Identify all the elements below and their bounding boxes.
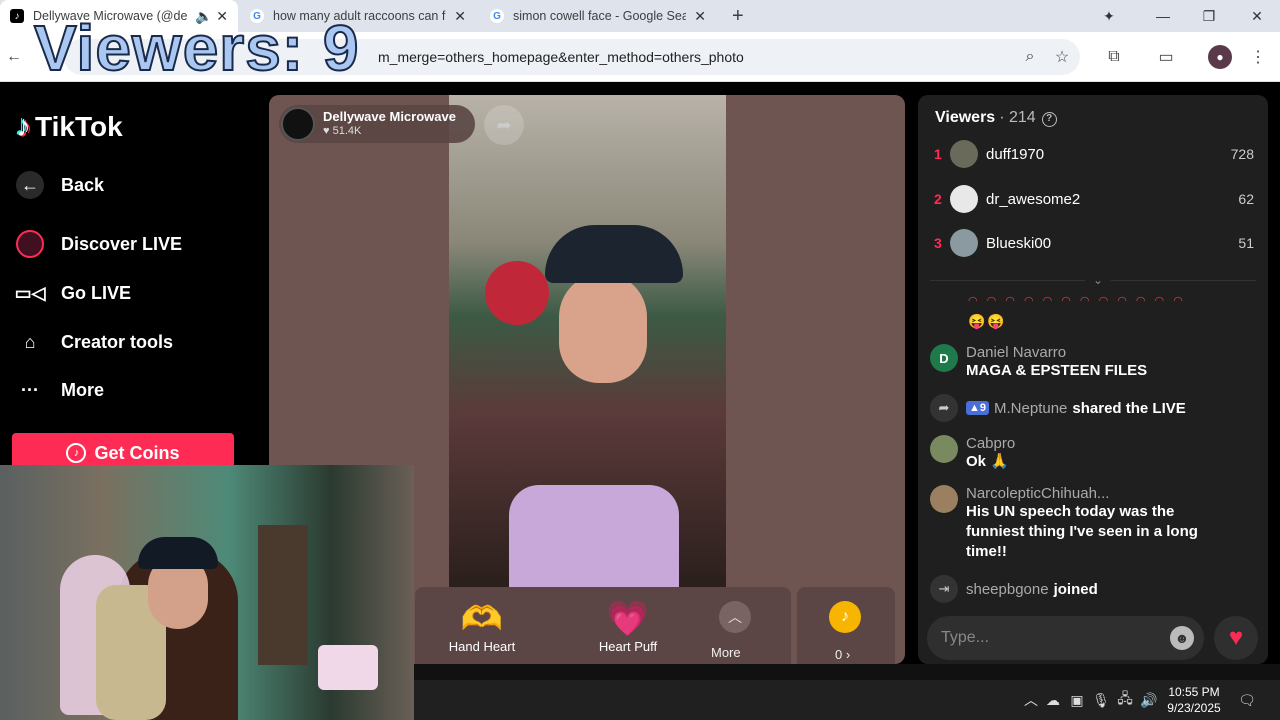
panel-title: Viewers · 214? (935, 109, 1057, 127)
avatar (950, 229, 978, 257)
windows-taskbar: ︿ ☁ ▣ 🎙 🖧 🔊 10:55 PM 9/23/2025 🗨 (414, 680, 1280, 720)
tab-simon-cowell[interactable]: G simon cowell face - Google Sea ✕ (480, 0, 716, 32)
taskview-icon[interactable]: ▣ (1066, 680, 1088, 720)
menu-kebab-icon[interactable]: ⋮ (1246, 45, 1270, 69)
level-badge: ▲9 (966, 401, 990, 415)
avatar-icon (16, 230, 44, 258)
more-dots-icon: ··· (21, 379, 39, 400)
cast-icon[interactable]: ▭ (1154, 45, 1178, 69)
close-icon[interactable]: ✕ (454, 8, 466, 25)
top-viewer-row[interactable]: 3 Blueski00 51 (934, 228, 1254, 258)
avatar[interactable] (281, 107, 315, 141)
sidebar-item-creator-tools[interactable]: ⌂ Creator tools (16, 328, 173, 356)
coin-icon: ♪ (66, 443, 87, 463)
tiktok-note-icon: ♪ (16, 110, 31, 143)
enter-icon: ⇥ (930, 575, 958, 603)
host-likes: 51.4K (332, 125, 362, 137)
viewers-overlay: Viewers: 9 (33, 12, 360, 84)
help-icon[interactable]: ? (1041, 112, 1057, 127)
avatar (930, 435, 958, 463)
emoji-row: 😝😝 (968, 313, 1007, 329)
video-camera-icon: ▭◁ (14, 282, 46, 303)
gemini-icon[interactable]: ✦ (1086, 0, 1132, 32)
chat-input[interactable]: Type... ☻ (927, 616, 1204, 660)
tiktok-logo[interactable]: ♪ TikTok (16, 110, 123, 144)
new-tab-button[interactable]: + (722, 0, 750, 32)
microphone-icon[interactable]: 🎙 (1090, 680, 1112, 720)
back-button[interactable]: ← Back (16, 171, 104, 199)
chevron-up-icon[interactable]: ︿ (719, 601, 751, 633)
close-icon[interactable]: ✕ (694, 8, 706, 25)
google-icon: G (490, 9, 504, 23)
heart-puff-icon: 💗 (606, 600, 650, 638)
sidebar-item-discover-live[interactable]: Discover LIVE (16, 230, 182, 258)
profile-avatar[interactable]: ● (1208, 45, 1232, 69)
share-notice[interactable]: ➦ ▲9 M.Neptune shared the LIVE (930, 394, 1250, 422)
notification-icon[interactable]: 🗨 (1236, 680, 1258, 720)
host-info[interactable]: Dellywave Microwave ♥ 51.4K (279, 105, 475, 143)
onedrive-icon[interactable]: ☁ (1042, 680, 1064, 720)
clock[interactable]: 10:55 PM 9/23/2025 (1162, 684, 1226, 716)
host-name: Dellywave Microwave (323, 109, 456, 124)
restore-button[interactable]: ❐ (1186, 0, 1232, 32)
emoji-row: ◠ ◠ ◠ ◠ ◠ ◠ ◠ ◠ ◠ ◠ ◠ ◠ (968, 295, 1186, 307)
coin-balance[interactable]: ♪ 0 › (797, 587, 895, 664)
back-arrow-icon[interactable]: ← (2, 45, 26, 69)
tiktok-icon: ♪ (10, 9, 24, 23)
gift-heart-puff[interactable]: 💗 Heart Puff (583, 599, 673, 654)
back-arrow-icon: ← (16, 171, 44, 199)
top-viewer-row[interactable]: 1 duff1970 728 (934, 139, 1254, 169)
top-viewer-row[interactable]: 2 dr_awesome2 62 (934, 184, 1254, 214)
hand-heart-icon: 🫶 (460, 600, 504, 638)
chat-message[interactable]: NarcolepticChihuah... His UN speech toda… (930, 485, 1250, 562)
more-gifts-label[interactable]: More (711, 645, 741, 660)
volume-icon[interactable]: 🔊 (1138, 680, 1160, 720)
chat-message[interactable]: Cabpro Ok 🙏 (930, 435, 1250, 472)
live-video[interactable] (449, 95, 726, 587)
join-notice[interactable]: ⇥ sheepbgone joined (930, 575, 1250, 603)
network-icon[interactable]: 🖧 (1114, 680, 1136, 720)
heart-icon: ♥ (323, 125, 333, 137)
emoji-icon[interactable]: ☻ (1170, 626, 1194, 650)
share-icon[interactable]: ➦ (484, 105, 524, 145)
minimize-button[interactable]: — (1140, 0, 1186, 32)
like-heart-button[interactable]: ♥ (1214, 616, 1258, 660)
gift-hand-heart[interactable]: 🫶 Hand Heart (437, 599, 527, 654)
chat-message[interactable]: D Daniel Navarro MAGA & EPSTEEN FILES (930, 344, 1250, 381)
tiktok-coin-icon: ♪ (829, 601, 861, 633)
creator-tools-icon: ⌂ (24, 331, 36, 352)
sidebar-item-go-live[interactable]: ▭◁ Go LIVE (14, 279, 131, 307)
chevron-up-icon[interactable]: ︿ (1020, 680, 1042, 720)
avatar (950, 140, 978, 168)
extensions-icon[interactable]: ⧉ (1102, 45, 1126, 69)
bookmark-star-icon[interactable]: ☆ (1050, 45, 1074, 69)
avatar: D (930, 344, 958, 372)
avatar (930, 485, 958, 513)
sidebar-item-more[interactable]: ··· More (16, 376, 104, 404)
close-window-button[interactable]: ✕ (1234, 0, 1280, 32)
chevron-down-icon[interactable]: ⌄ (1085, 273, 1112, 287)
share-icon: ➦ (930, 394, 958, 422)
avatar (950, 185, 978, 213)
url-text: m_merge=others_homepage&enter_method=oth… (378, 49, 744, 65)
zoom-icon[interactable]: ⌕ (1018, 45, 1042, 69)
webcam-overlay (0, 465, 414, 720)
tab-title: simon cowell face - Google Sea (513, 9, 687, 23)
gift-bar: 🫶 Hand Heart 💗 Heart Puff ︿ More (415, 587, 791, 664)
viewers-chat-panel: Viewers · 214? 1 duff1970 728 2 dr_awesom… (918, 95, 1268, 664)
